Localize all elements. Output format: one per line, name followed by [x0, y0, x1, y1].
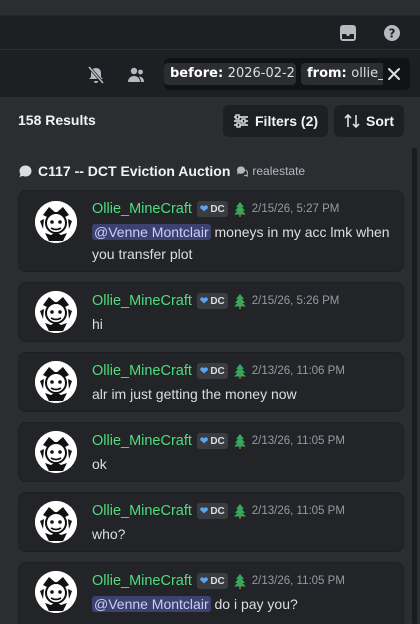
- message-header: Ollie_MineCraft ❤ DC 2/13/26, 11:05 PM: [92, 503, 345, 519]
- forum-channel-icon: [237, 166, 249, 177]
- timestamp: 2/15/26, 5:26 PM: [251, 295, 340, 307]
- server-tag[interactable]: ❤ DC: [196, 503, 228, 519]
- message-text: alr im just getting the money now: [92, 386, 297, 402]
- thread-icon: [19, 165, 32, 177]
- heart-icon: ❤: [199, 505, 209, 517]
- message-card[interactable]: Ollie_MineCraft ❤ DC 2/13/26, 11:05 PM @V…: [18, 562, 404, 624]
- timestamp: 2/13/26, 11:05 PM: [251, 575, 345, 587]
- message-card[interactable]: Ollie_MineCraft ❤ DC 2/13/26, 11:05 PM wh…: [18, 492, 404, 552]
- message-text: do i pay you?: [214, 596, 298, 612]
- tree-icon: [233, 294, 246, 309]
- avatar[interactable]: [35, 291, 77, 333]
- search-chip-before-key: before:: [170, 66, 224, 81]
- search-box[interactable]: before: 2026-02-22 from: ollie_a: [164, 58, 410, 90]
- notifications-muted-icon[interactable]: [85, 64, 107, 86]
- message-content: who?: [92, 523, 392, 545]
- user-mention[interactable]: @Venne Montclair: [92, 224, 211, 240]
- username[interactable]: Ollie_MineCraft: [92, 293, 192, 309]
- server-tag[interactable]: ❤ DC: [196, 293, 228, 309]
- timestamp: 2/13/26, 11:05 PM: [251, 505, 345, 517]
- search-chip-from[interactable]: from: ollie_a: [301, 63, 383, 85]
- sort-button[interactable]: Sort: [334, 105, 404, 137]
- message-header: Ollie_MineCraft ❤ DC 2/15/26, 5:27 PM: [92, 201, 339, 217]
- tree-icon: [233, 364, 246, 379]
- username[interactable]: Ollie_MineCraft: [92, 503, 192, 519]
- server-tag-label: DC: [210, 295, 225, 307]
- server-tag[interactable]: ❤ DC: [196, 201, 228, 217]
- search-chip-from-value: ollie_a: [351, 66, 383, 81]
- avatar[interactable]: [35, 201, 77, 243]
- message-content: ok: [92, 453, 392, 475]
- tree-icon: [233, 202, 246, 217]
- svg-text:?: ?: [389, 27, 396, 41]
- timestamp: 2/13/26, 11:05 PM: [251, 435, 345, 447]
- message-header: Ollie_MineCraft ❤ DC 2/13/26, 11:05 PM: [92, 573, 345, 589]
- message-card[interactable]: Ollie_MineCraft ❤ DC 2/13/26, 11:05 PM ok: [18, 422, 404, 482]
- results-count: 158 Results: [18, 112, 96, 128]
- sort-label: Sort: [366, 113, 394, 129]
- help-icon[interactable]: ?: [382, 23, 402, 43]
- filters-label: Filters (2): [255, 113, 319, 129]
- tree-icon: [233, 504, 246, 519]
- filters-button[interactable]: Filters (2): [223, 105, 329, 137]
- server-tag[interactable]: ❤ DC: [196, 363, 228, 379]
- channel-category: realestate: [252, 164, 306, 178]
- server-tag[interactable]: ❤ DC: [196, 433, 228, 449]
- search-chip-before[interactable]: before: 2026-02-22: [164, 63, 296, 85]
- top-bar: ?: [0, 16, 420, 50]
- username[interactable]: Ollie_MineCraft: [92, 573, 192, 589]
- message-content: alr im just getting the money now: [92, 383, 392, 405]
- server-tag-label: DC: [210, 505, 225, 517]
- tree-icon: [233, 434, 246, 449]
- member-list-icon[interactable]: [125, 64, 147, 86]
- clear-search-icon[interactable]: [384, 64, 404, 84]
- heart-icon: ❤: [199, 435, 209, 447]
- avatar[interactable]: [35, 361, 77, 403]
- window-top-strip: [0, 0, 420, 16]
- message-header: Ollie_MineCraft ❤ DC 2/15/26, 5:26 PM: [92, 293, 339, 309]
- username[interactable]: Ollie_MineCraft: [92, 363, 192, 379]
- heart-icon: ❤: [199, 203, 209, 215]
- server-tag-label: DC: [210, 575, 225, 587]
- tree-icon: [233, 574, 246, 589]
- timestamp: 2/13/26, 11:06 PM: [251, 365, 345, 377]
- username[interactable]: Ollie_MineCraft: [92, 201, 192, 217]
- username[interactable]: Ollie_MineCraft: [92, 433, 192, 449]
- user-mention[interactable]: @Venne Montclair: [92, 596, 211, 612]
- message-header: Ollie_MineCraft ❤ DC 2/13/26, 11:05 PM: [92, 433, 345, 449]
- server-tag-label: DC: [210, 365, 225, 377]
- scrollbar-thumb[interactable]: [412, 148, 417, 338]
- message-content: @Venne Montclair do i pay you?: [92, 593, 392, 615]
- server-tag-label: DC: [210, 435, 225, 447]
- sort-icon: [344, 113, 360, 129]
- timestamp: 2/15/26, 5:27 PM: [251, 203, 340, 215]
- message-header: Ollie_MineCraft ❤ DC 2/13/26, 11:06 PM: [92, 363, 345, 379]
- server-tag[interactable]: ❤ DC: [196, 573, 228, 589]
- channel-name: C117 -- DCT Eviction Auction: [38, 163, 231, 179]
- search-chip-from-key: from:: [307, 66, 347, 81]
- heart-icon: ❤: [199, 295, 209, 307]
- message-card[interactable]: Ollie_MineCraft ❤ DC 2/15/26, 5:26 PM hi: [18, 282, 404, 342]
- message-text: who?: [92, 526, 126, 542]
- filters-icon: [234, 114, 248, 128]
- result-channel-header[interactable]: C117 -- DCT Eviction Auction realestate: [18, 163, 305, 179]
- avatar[interactable]: [35, 431, 77, 473]
- inbox-icon[interactable]: [338, 23, 358, 43]
- message-text: ok: [92, 456, 107, 472]
- results-scrollbar[interactable]: [412, 148, 417, 624]
- message-content: @Venne Montclair moneys in my acc lmk wh…: [92, 221, 392, 265]
- heart-icon: ❤: [199, 365, 209, 377]
- message-text: hi: [92, 316, 103, 332]
- channel-toolbar: before: 2026-02-22 from: ollie_a: [0, 50, 420, 98]
- search-results-panel: 158 Results Filters (2) Sort C117 -- DCT…: [0, 98, 420, 624]
- heart-icon: ❤: [199, 575, 209, 587]
- avatar[interactable]: [35, 571, 77, 613]
- message-card[interactable]: Ollie_MineCraft ❤ DC 2/13/26, 11:06 PM al…: [18, 352, 404, 412]
- server-tag-label: DC: [210, 203, 225, 215]
- avatar[interactable]: [35, 501, 77, 543]
- message-content: hi: [92, 313, 392, 335]
- search-chip-before-value: 2026-02-22: [227, 66, 296, 81]
- message-card[interactable]: Ollie_MineCraft ❤ DC 2/15/26, 5:27 PM @Ve…: [18, 190, 404, 272]
